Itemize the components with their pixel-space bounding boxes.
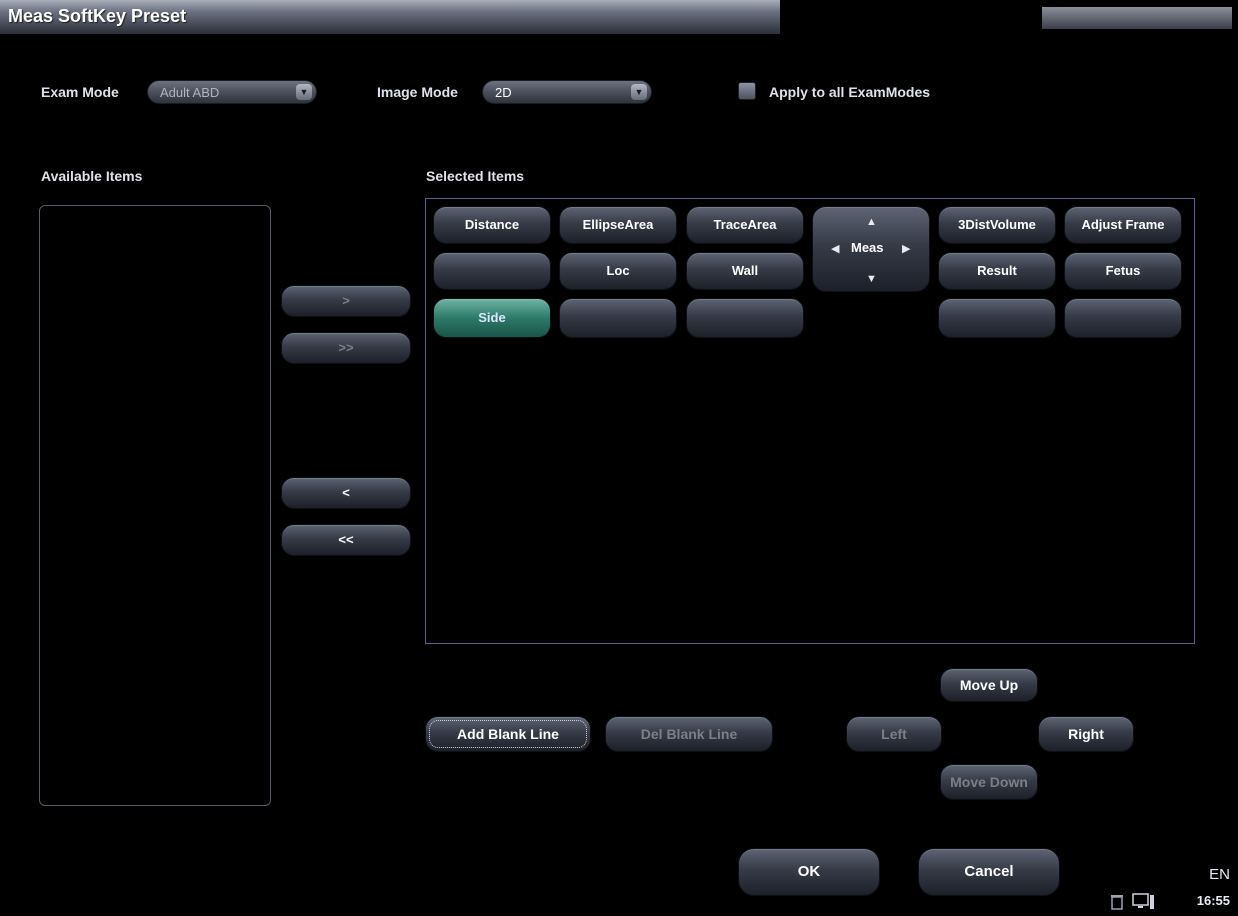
available-items-list[interactable] bbox=[39, 205, 271, 806]
softkey-blank[interactable] bbox=[433, 252, 551, 290]
softkey-fetus[interactable]: Fetus bbox=[1064, 252, 1182, 290]
remove-all-button[interactable]: << bbox=[281, 524, 411, 556]
meas-label: Meas bbox=[851, 240, 884, 255]
image-mode-select[interactable]: 2D ▼ bbox=[482, 80, 652, 104]
ok-button[interactable]: OK bbox=[738, 848, 880, 896]
remove-one-button[interactable]: < bbox=[281, 477, 411, 509]
softkey-distance[interactable]: Distance bbox=[433, 206, 551, 244]
arrow-down-icon: ▼ bbox=[866, 273, 877, 285]
exam-mode-label: Exam Mode bbox=[41, 84, 119, 100]
softkey-side[interactable]: Side bbox=[433, 298, 551, 338]
image-mode-label: Image Mode bbox=[377, 84, 458, 100]
window-title: Meas SoftKey Preset bbox=[8, 6, 187, 26]
move-left-button[interactable]: Left bbox=[846, 716, 942, 752]
move-right-button[interactable]: Right bbox=[1038, 716, 1134, 752]
softkey-wall[interactable]: Wall bbox=[686, 252, 804, 290]
exam-mode-select[interactable]: Adult ABD ▼ bbox=[147, 80, 317, 104]
arrow-left-icon: ◀ bbox=[831, 243, 840, 255]
softkey-loc[interactable]: Loc bbox=[559, 252, 677, 290]
available-items-label: Available Items bbox=[41, 168, 143, 184]
add-blank-line-button[interactable]: Add Blank Line bbox=[425, 716, 591, 752]
softkey-blank[interactable] bbox=[938, 298, 1056, 338]
softkey-blank[interactable] bbox=[559, 298, 677, 338]
meas-knob-key[interactable]: ▲ ◀ Meas ▶ ▼ bbox=[812, 206, 930, 292]
move-up-button[interactable]: Move Up bbox=[940, 668, 1038, 702]
softkey-ellipsearea[interactable]: EllipseArea bbox=[559, 206, 677, 244]
arrow-up-icon: ▲ bbox=[866, 216, 877, 228]
chevron-down-icon: ▼ bbox=[631, 84, 647, 100]
softkey-blank[interactable] bbox=[686, 298, 804, 338]
move-down-button[interactable]: Move Down bbox=[940, 764, 1038, 800]
monitor-icon bbox=[1132, 893, 1156, 911]
softkey-adjust-frame[interactable]: Adjust Frame bbox=[1064, 206, 1182, 244]
arrow-right-icon: ▶ bbox=[902, 243, 911, 255]
exam-mode-value: Adult ABD bbox=[160, 85, 220, 100]
softkey-tracearea[interactable]: TraceArea bbox=[686, 206, 804, 244]
softkey-3distvolume[interactable]: 3DistVolume bbox=[938, 206, 1056, 244]
softkey-result[interactable]: Result bbox=[938, 252, 1056, 290]
language-indicator: EN bbox=[1209, 866, 1230, 883]
image-mode-value: 2D bbox=[495, 85, 512, 100]
title-bar: Meas SoftKey Preset bbox=[0, 0, 1238, 34]
title-bar-right bbox=[1042, 7, 1232, 29]
apply-all-label: Apply to all ExamModes bbox=[769, 84, 931, 100]
add-all-button[interactable]: >> bbox=[281, 332, 411, 364]
apply-all-checkbox[interactable] bbox=[738, 82, 756, 100]
selected-items-label: Selected Items bbox=[426, 168, 525, 184]
clock: 16:55 bbox=[1196, 893, 1230, 908]
trash-icon bbox=[1110, 894, 1124, 910]
del-blank-line-button[interactable]: Del Blank Line bbox=[605, 716, 773, 752]
add-one-button[interactable]: > bbox=[281, 285, 411, 317]
chevron-down-icon: ▼ bbox=[296, 84, 312, 100]
cancel-button[interactable]: Cancel bbox=[918, 848, 1060, 896]
softkey-blank[interactable] bbox=[1064, 298, 1182, 338]
